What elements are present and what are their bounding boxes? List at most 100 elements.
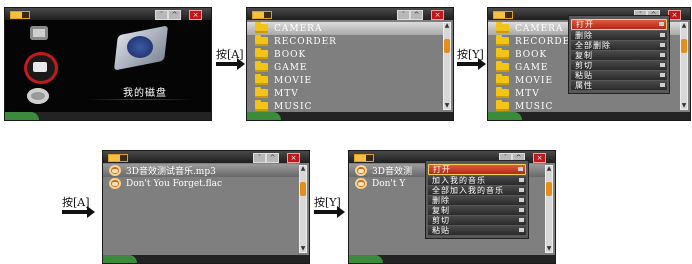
right-arrow-icon (62, 206, 95, 218)
menu-item-marker-icon (660, 73, 665, 77)
maximize-button[interactable]: ^ (410, 10, 423, 20)
folder-label: MTV (274, 88, 299, 99)
folder-label: MTV (515, 88, 540, 99)
screen-folder-list: ˇ ^ × CAMERA RECORDER BOOK GAME MOVIE MT… (246, 7, 454, 121)
arrow-label-3: 按[A] (62, 196, 90, 209)
music-file-label: Don't You Forget.flac (126, 178, 223, 189)
minimize-button[interactable]: ˇ (155, 10, 168, 20)
settings-icon[interactable] (27, 88, 49, 104)
menu-item-marker-icon (660, 33, 665, 37)
menu-item-marker-icon (519, 208, 524, 212)
bottom-bar (247, 112, 453, 120)
menu-item-marker-icon (660, 53, 665, 57)
menu-item-cut[interactable]: 剪切 (428, 216, 526, 225)
context-menu: 打开 删除 全部删除 复制 剪切 粘贴 属性 (568, 15, 670, 94)
music-file-row[interactable]: Don't You Forget.flac (103, 177, 299, 190)
folder-label: BOOK (274, 49, 307, 60)
maximize-button[interactable]: ^ (168, 10, 181, 20)
status-bar: ˇ ^ × (5, 8, 211, 20)
folder-label: CAMERA (274, 23, 323, 34)
right-arrow-icon (314, 206, 345, 218)
close-button[interactable]: × (189, 10, 202, 20)
menu-item-marker-icon (659, 22, 664, 26)
music-file-label: 3D音效测 (372, 167, 412, 177)
folder-row[interactable]: CAMERA (247, 22, 443, 35)
minimize-button[interactable]: ˇ (253, 153, 266, 163)
scrollbar[interactable]: ▲ ▼ (299, 165, 307, 253)
disk-menu-icon[interactable] (24, 52, 58, 84)
menu-item-delete[interactable]: 删除 (571, 31, 667, 40)
hard-disk-icon (113, 25, 169, 71)
menu-item-add-all-to-my-music[interactable]: 全部加入我的音乐 (428, 186, 526, 195)
folder-row[interactable]: GAME (247, 61, 443, 74)
menu-item-marker-icon (519, 228, 524, 232)
menu-item-open[interactable]: 打开 (428, 164, 526, 175)
menu-item-marker-icon (519, 178, 524, 182)
folder-label: CAMERA (515, 23, 564, 34)
folder-label: RECORDER (274, 36, 337, 47)
maximize-button[interactable]: ^ (266, 153, 279, 163)
folder-row[interactable]: RECORDER (247, 35, 443, 48)
music-file-row[interactable]: 3D音效测试音乐.mp3 (103, 164, 299, 177)
menu-item-marker-icon (660, 63, 665, 67)
menu-item-paste[interactable]: 粘贴 (428, 226, 526, 235)
menu-item-add-to-my-music[interactable]: 加入我的音乐 (428, 176, 526, 185)
screen-music-context-menu: ˇ ^ × 3D音效测 Don't Y 打开 加入我的音乐 全部加入我的音乐 删… (348, 150, 556, 264)
folder-label: MOVIE (515, 75, 554, 86)
right-arrow-icon (216, 58, 245, 70)
folder-row[interactable]: MOVIE (247, 74, 443, 87)
music-file-icon (355, 165, 367, 176)
folder-icon (496, 22, 509, 33)
music-file-icon (355, 178, 367, 189)
folder-list: CAMERA RECORDER BOOK GAME MOVIE MTV MUSI… (247, 22, 443, 113)
menu-item-marker-icon (519, 218, 524, 222)
music-file-list: 3D音效测试音乐.mp3 Don't You Forget.flac (103, 164, 299, 190)
music-file-icon (109, 178, 121, 189)
scrollbar[interactable]: ▲ ▼ (443, 22, 451, 110)
folder-label: MUSIC (274, 101, 313, 112)
folder-row[interactable]: MTV (247, 87, 443, 100)
bottom-bar (488, 112, 690, 120)
battery-icon (10, 11, 30, 19)
scroll-thumb[interactable] (681, 39, 687, 53)
minimize-button[interactable]: ˇ (397, 10, 410, 20)
scroll-thumb[interactable] (546, 182, 552, 196)
folder-label: GAME (274, 62, 308, 73)
menu-item-properties[interactable]: 属性 (571, 81, 667, 90)
caption-underline (85, 99, 195, 100)
menu-item-copy[interactable]: 复制 (571, 51, 667, 60)
menu-item-cut[interactable]: 剪切 (571, 61, 667, 70)
context-menu: 打开 加入我的音乐 全部加入我的音乐 删除 复制 剪切 粘贴 (425, 160, 529, 239)
menu-item-paste[interactable]: 粘贴 (571, 71, 667, 80)
menu-item-marker-icon (660, 43, 665, 47)
folder-label: RECORDE (515, 36, 571, 47)
scrollbar[interactable]: ▲ ▼ (680, 22, 688, 110)
folder-label: MOVIE (274, 75, 313, 86)
battery-icon (252, 11, 272, 19)
screen-folder-context-menu: ˇ ^ × CAMERA RECORDE BOOK GAME MOVIE MTV… (487, 7, 691, 121)
status-bar: ˇ ^ × (247, 8, 453, 20)
folder-icon (496, 48, 509, 59)
close-button[interactable]: × (431, 10, 444, 20)
folder-icon (496, 35, 509, 46)
scroll-thumb[interactable] (300, 182, 306, 196)
close-button[interactable]: × (533, 153, 546, 163)
menu-item-marker-icon (519, 188, 524, 192)
folder-row[interactable]: BOOK (247, 48, 443, 61)
scroll-thumb[interactable] (444, 39, 450, 53)
menu-item-copy[interactable]: 复制 (428, 206, 526, 215)
folder-icon (255, 74, 268, 85)
menu-item-marker-icon (518, 167, 523, 171)
close-button[interactable]: × (287, 153, 300, 163)
bottom-bar (349, 255, 555, 263)
folder-label: BOOK (515, 49, 548, 60)
menu-item-delete-all[interactable]: 全部删除 (571, 41, 667, 50)
scrollbar[interactable]: ▲ ▼ (545, 165, 553, 253)
menu-item-delete[interactable]: 删除 (428, 196, 526, 205)
bottom-bar (5, 112, 211, 120)
folder-label: GAME (515, 62, 549, 73)
folder-icon (496, 61, 509, 72)
menu-item-open[interactable]: 打开 (571, 19, 667, 30)
music-file-label: 3D音效测试音乐.mp3 (126, 167, 216, 177)
camera-icon[interactable] (30, 26, 48, 40)
